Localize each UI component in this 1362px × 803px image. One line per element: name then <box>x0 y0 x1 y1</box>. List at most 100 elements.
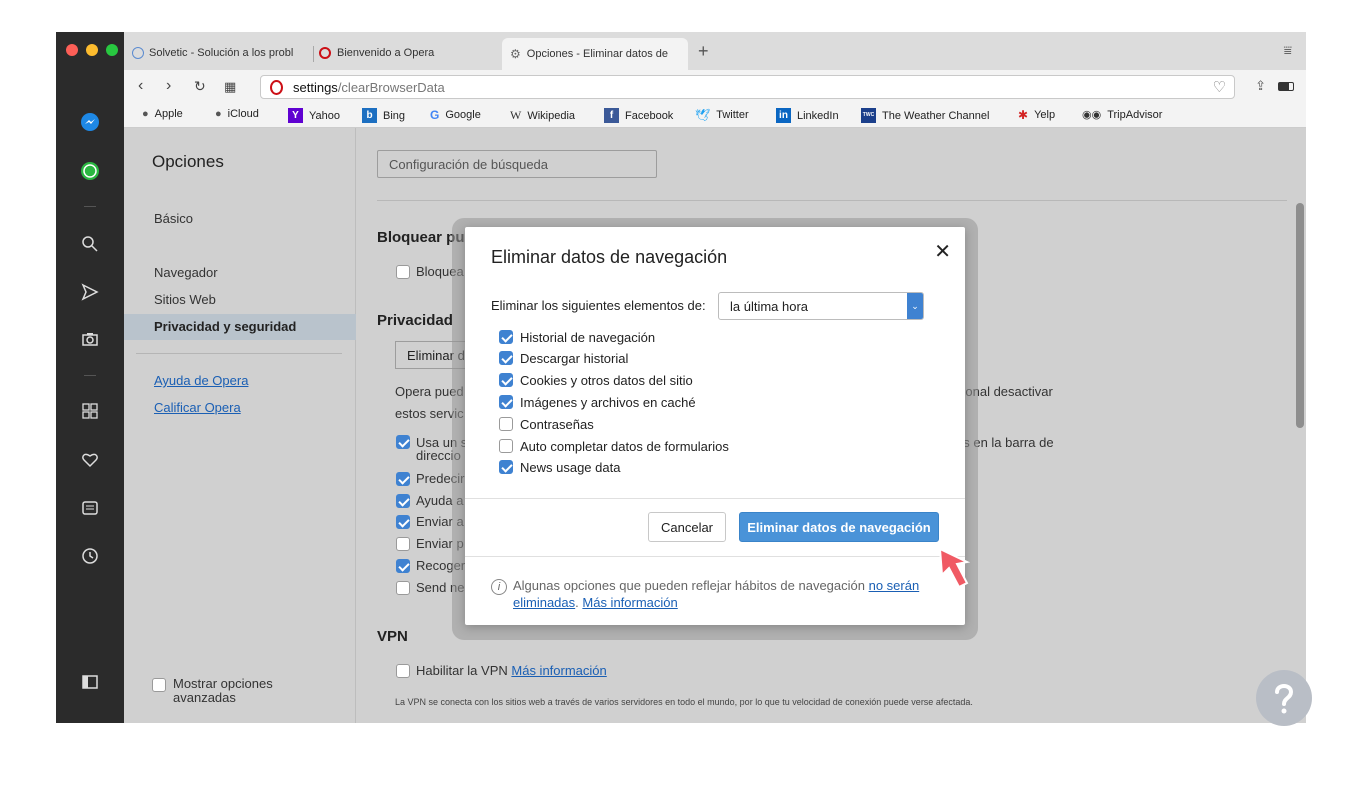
more-info-link[interactable]: Más información <box>582 595 677 610</box>
dialog-divider <box>465 556 965 557</box>
share-icon[interactable]: ⇪ <box>1255 78 1266 94</box>
search-config-button[interactable]: Configuración de búsqueda <box>377 150 657 178</box>
bookmark-tripadvisor[interactable]: ◉◉ TripAdvisor <box>1082 108 1162 122</box>
send-icon[interactable] <box>78 280 102 304</box>
scrollbar[interactable] <box>1296 203 1304 428</box>
news-icon[interactable] <box>78 496 102 520</box>
dialog-title: Eliminar datos de navegación <box>491 247 728 267</box>
address-field[interactable]: settings/clearBrowserData ♡ <box>260 75 1235 99</box>
wikipedia-icon: W <box>510 108 522 122</box>
dialog-option-row[interactable]: News usage data <box>499 458 620 476</box>
vpn-label: Habilitar la VPN <box>416 663 508 678</box>
nav-divider <box>136 353 342 354</box>
bookmark-bing[interactable]: b Bing <box>362 108 405 123</box>
bookmark-google[interactable]: G Google <box>430 108 481 122</box>
bookmark-yahoo[interactable]: Y Yahoo <box>288 108 340 123</box>
bookmark-linkedin[interactable]: in LinkedIn <box>776 108 839 123</box>
tripadvisor-icon: ◉◉ <box>1082 109 1102 121</box>
privacy-checkbox[interactable] <box>396 472 410 486</box>
downloads-checkbox[interactable] <box>499 351 513 365</box>
option-label: Imágenes y archivos en caché <box>520 394 696 410</box>
privacy-section-title: Privacidad <box>377 312 453 329</box>
privacy-checkbox[interactable] <box>396 515 410 529</box>
speed-dial-icon[interactable]: ▦ <box>224 79 236 95</box>
dialog-option-row[interactable]: Auto completar datos de formularios <box>499 437 729 455</box>
nav-basic[interactable]: Básico <box>154 211 193 226</box>
forward-button[interactable]: › <box>166 77 171 95</box>
cookies-checkbox[interactable] <box>499 373 513 387</box>
tab-menu-icon[interactable]: ⩸ <box>1283 42 1292 59</box>
cancel-button[interactable]: Cancelar <box>648 512 726 542</box>
new-tab-button[interactable]: + <box>698 41 709 62</box>
pointer-arrow-icon <box>936 545 978 598</box>
passwords-checkbox[interactable] <box>499 417 513 431</box>
linkedin-icon: in <box>776 108 791 123</box>
history-icon[interactable] <box>78 544 102 568</box>
option-label: Contraseñas <box>520 416 594 432</box>
block-checkbox[interactable] <box>396 265 410 279</box>
messenger-icon[interactable] <box>78 110 102 134</box>
privacy-checkbox[interactable] <box>396 435 410 449</box>
bookmark-wikipedia[interactable]: W Wikipedia <box>510 108 575 123</box>
option-label: Auto completar datos de formularios <box>520 438 729 454</box>
advanced-checkbox[interactable] <box>152 678 166 692</box>
rate-link[interactable]: Calificar Opera <box>154 400 241 415</box>
bookmarks-bar: ● Apple ● iCloud Y Yahoo b Bing G Google W Wik… <box>124 104 1306 128</box>
clear-data-confirm-button[interactable]: Eliminar datos de navegación <box>739 512 939 542</box>
close-window-button[interactable] <box>66 44 78 56</box>
cache-checkbox[interactable] <box>499 395 513 409</box>
bookmark-weather[interactable]: TWC The Weather Channel <box>861 108 989 123</box>
heart-icon[interactable] <box>78 448 102 472</box>
nav-websites[interactable]: Sitios Web <box>154 292 216 307</box>
chevron-down-icon: ⌄ <box>907 293 923 319</box>
heart-icon[interactable]: ♡ <box>1213 78 1226 96</box>
battery-icon[interactable] <box>1278 82 1294 91</box>
whatsapp-icon[interactable] <box>78 159 102 183</box>
bookmark-yelp[interactable]: ✱ Yelp <box>1018 108 1055 122</box>
nav-browser[interactable]: Navegador <box>154 265 218 280</box>
camera-icon[interactable] <box>78 327 102 351</box>
privacy-checkbox[interactable] <box>396 581 410 595</box>
vpn-checkbox[interactable] <box>396 664 410 678</box>
tab-welcome[interactable]: Bienvenido a Opera <box>319 42 499 64</box>
bookmark-facebook[interactable]: f Facebook <box>604 108 673 123</box>
time-range-select[interactable]: la última hora ⌄ <box>718 292 924 320</box>
opera-logo-icon <box>319 47 331 59</box>
bookmark-twitter[interactable]: 🕊 Twitter <box>695 108 749 122</box>
speed-dial-icon[interactable] <box>78 399 102 423</box>
dialog-option-row[interactable]: Imágenes y archivos en caché <box>499 393 696 411</box>
bookmark-icloud[interactable]: ● iCloud <box>215 108 259 120</box>
google-icon: G <box>430 108 440 122</box>
news-usage-checkbox[interactable] <box>499 460 513 474</box>
tab-solvetic[interactable]: Solvetic - Solución a los probl <box>132 42 310 64</box>
info-text: Algunas opciones que pueden reflejar háb… <box>513 578 865 593</box>
dialog-option-row[interactable]: Historial de navegación <box>499 328 655 346</box>
zoom-window-button[interactable] <box>106 44 118 56</box>
bookmark-apple[interactable]: ● Apple <box>142 108 183 120</box>
privacy-checkbox[interactable] <box>396 537 410 551</box>
privacy-checkbox[interactable] <box>396 494 410 508</box>
url-host: settings <box>293 79 338 95</box>
option-label: Historial de navegación <box>520 329 656 345</box>
vpn-more-info-link[interactable]: Más información <box>511 663 606 678</box>
url-path: /clearBrowserData <box>337 79 445 95</box>
tab-label: Bienvenido a Opera <box>337 47 435 59</box>
privacy-checkbox[interactable] <box>396 559 410 573</box>
back-button[interactable]: ‹ <box>138 77 143 95</box>
dialog-option-row[interactable]: Contraseñas <box>499 415 594 433</box>
dialog-option-row[interactable]: Descargar historial <box>499 349 628 367</box>
sidebar-toggle-icon[interactable] <box>78 670 102 694</box>
nav-privacy[interactable]: Privacidad y seguridad <box>154 319 296 334</box>
autofill-checkbox[interactable] <box>499 439 513 453</box>
help-link[interactable]: Ayuda de Opera <box>154 373 248 388</box>
search-icon[interactable] <box>78 232 102 256</box>
close-icon[interactable]: ✕ <box>934 239 951 264</box>
reload-button[interactable]: ↻ <box>194 78 206 95</box>
tab-label: Solvetic - Solución a los probl <box>149 47 294 59</box>
vpn-section-title: VPN <box>377 628 408 645</box>
dialog-option-row[interactable]: Cookies y otros datos del sitio <box>499 371 693 389</box>
history-checkbox[interactable] <box>499 330 513 344</box>
info-icon: i <box>491 579 507 595</box>
minimize-window-button[interactable] <box>86 44 98 56</box>
tab-settings[interactable]: ⚙ Opciones - Eliminar datos de <box>502 38 688 70</box>
